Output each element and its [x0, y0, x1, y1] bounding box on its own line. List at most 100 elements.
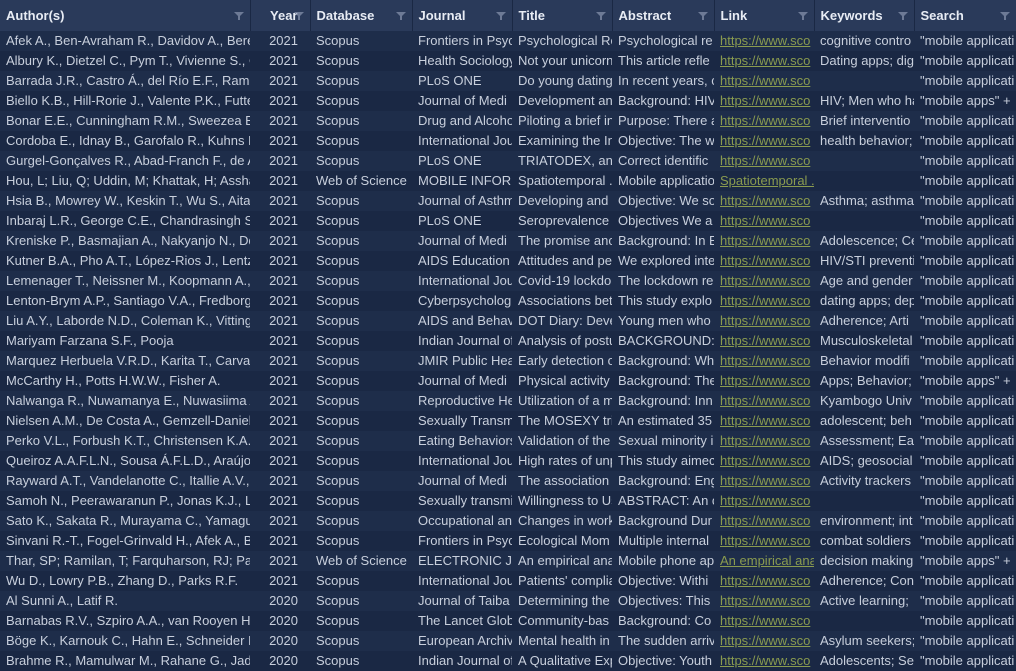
cell-year: 2021: [250, 411, 310, 431]
table-row[interactable]: Sinvani R.-T., Fogel-Grinvald H., Afek A…: [0, 531, 1016, 551]
cell-abstract: Background: Wh: [612, 351, 714, 371]
column-header-link[interactable]: Link: [714, 0, 814, 31]
link[interactable]: https://www.sco: [720, 113, 810, 128]
table-row[interactable]: Barrada J.R., Castro Á., del Río E.F., R…: [0, 71, 1016, 91]
link[interactable]: https://www.sco: [720, 593, 810, 608]
link[interactable]: https://www.sco: [720, 433, 810, 448]
link[interactable]: https://www.sco: [720, 213, 810, 228]
table-row[interactable]: Gurgel-Gonçalves R., Abad-Franch F., de …: [0, 151, 1016, 171]
link[interactable]: https://www.sco: [720, 153, 810, 168]
link[interactable]: https://www.sco: [720, 293, 810, 308]
table-row[interactable]: Hou, L; Liu, Q; Uddin, M; Khattak, H; As…: [0, 171, 1016, 191]
table-row[interactable]: Al Sunni A., Latif R.2020ScopusJournal o…: [0, 591, 1016, 611]
link[interactable]: https://www.sco: [720, 73, 810, 88]
table-row[interactable]: Lemenager T., Neissner M., Koopmann A.,2…: [0, 271, 1016, 291]
column-header-database[interactable]: Database: [310, 0, 412, 31]
table-row[interactable]: Nalwanga R., Nuwamanya E., Nuwasiima A20…: [0, 391, 1016, 411]
filter-icon[interactable]: [294, 11, 304, 21]
filter-icon[interactable]: [496, 11, 506, 21]
table-row[interactable]: Bonar E.E., Cunningham R.M., Sweezea E.C…: [0, 111, 1016, 131]
link[interactable]: An empirical ana: [720, 553, 814, 568]
table-row[interactable]: Perko V.L., Forbush K.T., Christensen K.…: [0, 431, 1016, 451]
cell-title: The association: [512, 471, 612, 491]
table-row[interactable]: McCarthy H., Potts H.W.W., Fisher A.2021…: [0, 371, 1016, 391]
column-header-authors[interactable]: Author(s): [0, 0, 250, 31]
column-header-journal[interactable]: Journal: [412, 0, 512, 31]
table-row[interactable]: Afek A., Ben-Avraham R., Davidov A., Ber…: [0, 31, 1016, 51]
table-row[interactable]: Samoh N., Peerawaranun P., Jonas K.J., L…: [0, 491, 1016, 511]
cell-year: 2021: [250, 271, 310, 291]
link[interactable]: https://www.sco: [720, 53, 810, 68]
header-label: Database: [317, 8, 375, 23]
filter-icon[interactable]: [798, 11, 808, 21]
link[interactable]: https://www.sco: [720, 313, 810, 328]
table-row[interactable]: Lenton-Brym A.P., Santiago V.A., Fredbor…: [0, 291, 1016, 311]
column-header-abstract[interactable]: Abstract: [612, 0, 714, 31]
link[interactable]: https://www.sco: [720, 273, 810, 288]
cell-database: Scopus: [310, 411, 412, 431]
table-row[interactable]: Inbaraj L.R., George C.E., Chandrasingh …: [0, 211, 1016, 231]
link[interactable]: https://www.sco: [720, 333, 810, 348]
column-header-title[interactable]: Title: [512, 0, 612, 31]
filter-icon[interactable]: [898, 11, 908, 21]
link[interactable]: https://www.sco: [720, 133, 810, 148]
cell-keywords: Behavior modifi: [814, 351, 914, 371]
table-row[interactable]: Albury K., Dietzel C., Pym T., Vivienne …: [0, 51, 1016, 71]
cell-abstract: ABSTRACT: An c: [612, 491, 714, 511]
table-row[interactable]: Wu D., Lowry P.B., Zhang D., Parks R.F.2…: [0, 571, 1016, 591]
column-header-year[interactable]: Year: [250, 0, 310, 31]
link[interactable]: https://www.sco: [720, 633, 810, 648]
link[interactable]: https://www.sco: [720, 233, 810, 248]
table-row[interactable]: Liu A.Y., Laborde N.D., Coleman K., Vitt…: [0, 311, 1016, 331]
table-row[interactable]: Kreniske P., Basmajian A., Nakyanjo N., …: [0, 231, 1016, 251]
cell-title: High rates of unp: [512, 451, 612, 471]
cell-year: 2021: [250, 331, 310, 351]
column-header-search[interactable]: Search: [914, 0, 1016, 31]
filter-icon[interactable]: [234, 11, 244, 21]
table-row[interactable]: Brahme R., Mamulwar M., Rahane G., Jadh2…: [0, 651, 1016, 671]
link[interactable]: https://www.sco: [720, 413, 810, 428]
table-row[interactable]: Nielsen A.M., De Costa A., Gemzell-Danie…: [0, 411, 1016, 431]
link[interactable]: https://www.sco: [720, 253, 810, 268]
link[interactable]: Spatiotemporal .: [720, 173, 814, 188]
cell-search: "mobile applicati: [914, 211, 1016, 231]
cell-authors: Marquez Herbuela V.R.D., Karita T., Carv…: [0, 351, 250, 371]
table-row[interactable]: Biello K.B., Hill-Rorie J., Valente P.K.…: [0, 91, 1016, 111]
link[interactable]: https://www.sco: [720, 33, 810, 48]
link[interactable]: https://www.sco: [720, 193, 810, 208]
table-row[interactable]: Thar, SP; Ramilan, T; Farquharson, RJ; P…: [0, 551, 1016, 571]
table-row[interactable]: Böge K., Karnouk C., Hahn E., Schneider …: [0, 631, 1016, 651]
link[interactable]: https://www.sco: [720, 513, 810, 528]
cell-keywords: HIV; Men who ha: [814, 91, 914, 111]
table-row[interactable]: Kutner B.A., Pho A.T., López-Rios J., Le…: [0, 251, 1016, 271]
link[interactable]: https://www.sco: [720, 393, 810, 408]
cell-database: Scopus: [310, 191, 412, 211]
link[interactable]: https://www.sco: [720, 533, 810, 548]
link[interactable]: https://www.sco: [720, 573, 810, 588]
filter-icon[interactable]: [698, 11, 708, 21]
table-row[interactable]: Marquez Herbuela V.R.D., Karita T., Carv…: [0, 351, 1016, 371]
table-row[interactable]: Sato K., Sakata R., Murayama C., Yamaguc…: [0, 511, 1016, 531]
table-row[interactable]: Mariyam Farzana S.F., Pooja2021ScopusInd…: [0, 331, 1016, 351]
link[interactable]: https://www.sco: [720, 373, 810, 388]
link[interactable]: https://www.sco: [720, 453, 810, 468]
cell-database: Scopus: [310, 511, 412, 531]
column-header-keywords[interactable]: Keywords: [814, 0, 914, 31]
table-row[interactable]: Cordoba E., Idnay B., Garofalo R., Kuhns…: [0, 131, 1016, 151]
filter-icon[interactable]: [396, 11, 406, 21]
link[interactable]: https://www.sco: [720, 613, 810, 628]
table-row[interactable]: Hsia B., Mowrey W., Keskin T., Wu S., Ai…: [0, 191, 1016, 211]
link[interactable]: https://www.sco: [720, 473, 810, 488]
link[interactable]: https://www.sco: [720, 353, 810, 368]
link[interactable]: https://www.sco: [720, 93, 810, 108]
cell-search: "mobile applicati: [914, 431, 1016, 451]
link[interactable]: https://www.sco: [720, 653, 810, 668]
table-row[interactable]: Barnabas R.V., Szpiro A.A., van Rooyen H…: [0, 611, 1016, 631]
link[interactable]: https://www.sco: [720, 493, 810, 508]
cell-abstract: Psychological re: [612, 31, 714, 51]
filter-icon[interactable]: [596, 11, 606, 21]
filter-icon[interactable]: [1000, 11, 1010, 21]
cell-journal: Journal of Taiba: [412, 591, 512, 611]
table-row[interactable]: Rayward A.T., Vandelanotte C., Itallie A…: [0, 471, 1016, 491]
table-row[interactable]: Queiroz A.A.F.L.N., Sousa Á.F.L.D., Araú…: [0, 451, 1016, 471]
